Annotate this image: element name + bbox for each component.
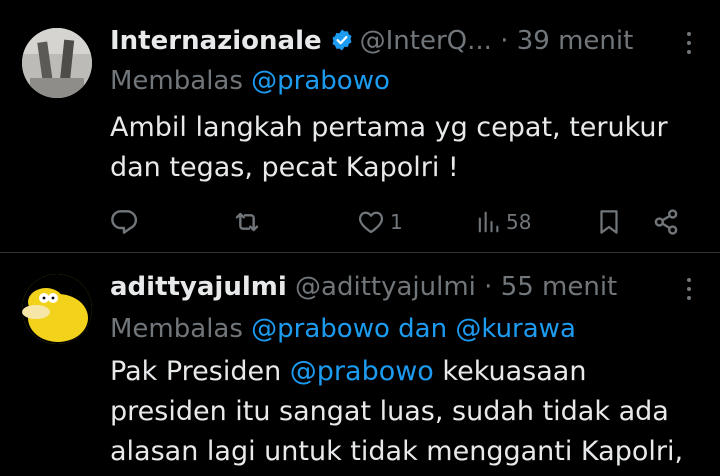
action-bar: 1 58 — [108, 202, 688, 242]
share-icon — [654, 209, 678, 235]
like-count: 1 — [390, 210, 403, 234]
user-handle[interactable]: @adittyajulmi — [295, 272, 476, 302]
timestamp[interactable]: 39 menit — [517, 26, 634, 56]
replying-to: Membalas @prabowo dan @kurawa — [110, 312, 576, 346]
tweet-header: adittyajulmi @adittyajulmi · 55 menit — [110, 270, 617, 304]
bookmark-icon — [600, 210, 618, 234]
display-name[interactable]: Internazionale — [110, 26, 322, 56]
avatar[interactable] — [22, 28, 92, 98]
reply-icon — [111, 210, 138, 234]
display-name[interactable]: adittyajulmi — [110, 272, 287, 302]
tweet-text-segment: Pak Presiden — [110, 356, 290, 387]
replying-to: Membalas @prabowo — [110, 64, 390, 98]
views-icon — [478, 211, 499, 233]
tweet-text-line: Ambil langkah pertama yg cepat, terukur — [110, 112, 668, 143]
timestamp[interactable]: 55 menit — [501, 272, 618, 302]
tweet-header: Internazionale @InterQ... · 39 menit — [110, 24, 633, 58]
mention-link[interactable]: @prabowo — [290, 356, 434, 387]
tweet-text-segment: kekuasaan — [433, 356, 587, 387]
views-button[interactable]: 58 — [474, 202, 531, 242]
view-count: 58 — [506, 210, 532, 234]
replying-to-label: Membalas — [110, 314, 243, 344]
heart-icon — [358, 211, 384, 234]
tweet-text: Pak Presiden @prabowo kekuasaan presiden… — [110, 352, 710, 472]
tweet-card[interactable]: adittyajulmi @adittyajulmi · 55 menit Me… — [0, 256, 720, 476]
bookmark-button[interactable] — [594, 202, 624, 242]
repost-icon — [235, 212, 259, 232]
tweet-divider — [0, 252, 720, 253]
tweet-text: Ambil langkah pertama yg cepat, terukur … — [110, 108, 710, 188]
more-options-icon[interactable] — [686, 32, 692, 59]
separator-dot: · — [484, 272, 493, 302]
tweet-text-line: presiden itu sangat luas, sudah tidak ad… — [110, 396, 669, 427]
repost-button[interactable] — [230, 202, 264, 242]
tweet-card[interactable]: Internazionale @InterQ... · 39 menit Memb… — [0, 0, 720, 252]
replying-to-mention[interactable]: @prabowo dan @kurawa — [251, 314, 576, 344]
tweet-text-line: Pak Presiden @prabowo kekuasaan — [110, 352, 710, 392]
like-button[interactable]: 1 — [356, 202, 403, 242]
reply-button[interactable] — [108, 202, 140, 242]
tweet-text-line: alasan lagi untuk tidak mengganti Kapolr… — [110, 436, 684, 467]
more-options-icon[interactable] — [686, 278, 692, 305]
share-button[interactable] — [650, 202, 682, 242]
user-handle[interactable]: @InterQ... — [360, 26, 492, 56]
replying-to-mention[interactable]: @prabowo — [251, 66, 390, 96]
tweet-text-line: dan tegas, pecat Kapolri ! — [110, 152, 459, 183]
avatar[interactable] — [22, 274, 92, 344]
replying-to-label: Membalas — [110, 66, 243, 96]
verified-badge-icon — [332, 29, 352, 51]
separator-dot: · — [500, 26, 509, 56]
